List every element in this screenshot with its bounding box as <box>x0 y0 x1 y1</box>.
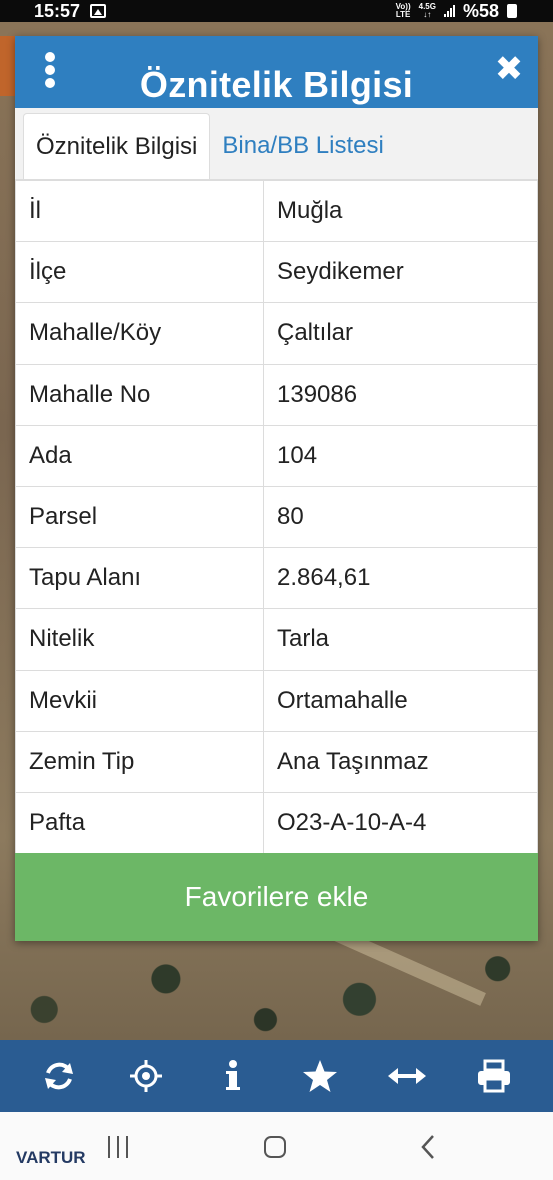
attribute-table: İl Muğla İlçe Seydikemer Mahalle/Köy Çaltılar… <box>15 179 538 855</box>
table-row: Pafta O23-A-10-A-4 <box>15 791 538 855</box>
attribute-value: Seydikemer <box>263 241 538 304</box>
info-icon[interactable] <box>210 1053 256 1099</box>
star-icon[interactable] <box>297 1053 343 1099</box>
watermark-logo: VARTUR <box>16 1148 86 1167</box>
measure-icon[interactable] <box>384 1053 430 1099</box>
attribute-key: Zemin Tip <box>15 730 264 793</box>
attribute-value: Çaltılar <box>263 302 538 365</box>
attribute-value: 2.864,61 <box>263 547 538 610</box>
tab-attribute-info[interactable]: Öznitelik Bilgisi <box>23 113 211 179</box>
attribute-key: Pafta <box>15 791 264 855</box>
attribute-key: Mahalle No <box>15 363 264 426</box>
attribute-value: 104 <box>263 424 538 487</box>
table-row: Zemin Tip Ana Taşınmaz <box>15 730 538 793</box>
attribute-key: İl <box>15 179 264 243</box>
recent-apps-button[interactable] <box>108 1136 128 1158</box>
bottom-toolbar <box>0 1040 553 1112</box>
lte-label: LTE <box>395 10 411 19</box>
print-icon[interactable] <box>471 1053 517 1099</box>
home-button[interactable] <box>264 1136 286 1158</box>
table-row: İlçe Seydikemer <box>15 241 538 304</box>
attribute-value: Ortamahalle <box>263 669 538 732</box>
attribute-key: Nitelik <box>15 608 264 671</box>
tab-building-list[interactable]: Bina/BB Listesi <box>210 113 395 179</box>
status-time: 15:57 <box>34 0 81 21</box>
table-row: Ada 104 <box>15 424 538 487</box>
attribute-value: O23-A-10-A-4 <box>263 791 538 855</box>
attribute-value: Muğla <box>263 179 538 243</box>
back-button[interactable] <box>420 1134 436 1160</box>
battery-icon <box>507 4 517 18</box>
table-row: Mahalle No 139086 <box>15 363 538 426</box>
attribute-value: 139086 <box>263 363 538 426</box>
dialog-title: Öznitelik Bilgisi <box>139 64 414 105</box>
table-row: Mahalle/Köy Çaltılar <box>15 302 538 365</box>
add-favorite-button[interactable]: Favorilere ekle <box>15 853 538 941</box>
close-icon[interactable]: ✖ <box>494 52 524 86</box>
attribute-key: İlçe <box>15 241 264 304</box>
attribute-value: Ana Taşınmaz <box>263 730 538 793</box>
locate-icon[interactable] <box>123 1053 169 1099</box>
table-row: Mevkii Ortamahalle <box>15 669 538 732</box>
image-notification-icon <box>90 4 107 18</box>
status-bar: 15:57 Vo)) LTE 4.5G ↓↑ %58 <box>0 0 553 22</box>
dialog-header: Öznitelik Bilgisi ✖ <box>15 36 538 108</box>
network-type: 4.5G ↓↑ <box>419 3 436 19</box>
refresh-icon[interactable] <box>36 1053 82 1099</box>
table-row: Nitelik Tarla <box>15 608 538 671</box>
attribute-dialog: Öznitelik Bilgisi ✖ Öznitelik Bilgisi Bi… <box>15 36 538 941</box>
attribute-value: Tarla <box>263 608 538 671</box>
table-row: İl Muğla <box>15 179 538 243</box>
menu-kebab-icon[interactable] <box>43 52 57 88</box>
attribute-key: Ada <box>15 424 264 487</box>
attribute-key: Tapu Alanı <box>15 547 264 610</box>
android-nav-bar: VARTUR <box>0 1112 553 1180</box>
table-row: Parsel 80 <box>15 485 538 549</box>
table-row: Tapu Alanı 2.864,61 <box>15 547 538 610</box>
signal-icon <box>443 5 455 17</box>
tab-bar: Öznitelik Bilgisi Bina/BB Listesi <box>15 108 538 180</box>
battery-percent: %58 <box>462 0 499 21</box>
attribute-value: 80 <box>263 485 538 549</box>
attribute-key: Parsel <box>15 485 264 549</box>
data-arrows-icon: ↓↑ <box>423 10 432 19</box>
attribute-key: Mevkii <box>15 669 264 732</box>
volte-indicator: Vo)) LTE <box>396 3 411 19</box>
attribute-key: Mahalle/Köy <box>15 302 264 365</box>
